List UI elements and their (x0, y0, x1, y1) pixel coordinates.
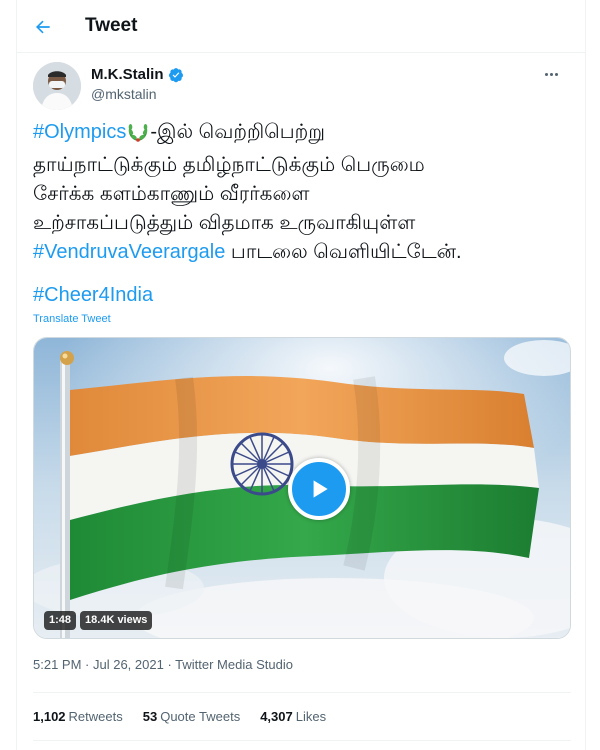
retweets-stat[interactable]: 1,102 Retweets (33, 709, 123, 724)
avatar[interactable] (33, 62, 81, 110)
quote-tweets-stat[interactable]: 53 Quote Tweets (143, 709, 240, 724)
tweet-page: Tweet M.K.Stalin @mkstalin #Olympics -இல… (16, 0, 586, 750)
more-horizontal-icon (544, 72, 548, 76)
tweet-time[interactable]: 5:21 PM (33, 657, 81, 672)
divider (33, 692, 571, 693)
video-views-badge: 18.4K views (80, 611, 153, 630)
tweet-author: M.K.Stalin @mkstalin (33, 62, 563, 110)
more-options-button[interactable] (539, 64, 563, 84)
hashtag-vendruvaveerargale[interactable]: #VendruvaVeerargale (33, 241, 225, 263)
tweet-text-line-3: சேர்க்க களம்காணும் வீரர்களை (33, 183, 310, 205)
engagement-stats: 1,102 Retweets 53 Quote Tweets 4,307 Likes (33, 709, 326, 724)
verified-badge-icon (168, 67, 183, 82)
play-icon (313, 480, 328, 498)
page-title: Tweet (85, 15, 138, 36)
tweet-text-line-4: உற்சாகப்படுத்தும் விதமாக உருவாகியுள்ள (33, 212, 416, 234)
divider (33, 740, 571, 741)
tweet-text-line-2: தாய்நாட்டுக்கும் தமிழ்நாட்டுக்கும் பெரும… (33, 154, 425, 176)
tweet-date[interactable]: Jul 26, 2021 (93, 657, 164, 672)
hashtag-cheer4india[interactable]: #Cheer4India (33, 284, 153, 306)
author-display-name[interactable]: M.K.Stalin (91, 66, 164, 83)
tweet-metadata: 5:21 PM · Jul 26, 2021 · Twitter Media S… (33, 657, 293, 672)
tweet-text-line-5: பாடலை வெளியிட்டேன். (225, 241, 462, 263)
hashtag-olympics[interactable]: #Olympics (33, 121, 126, 143)
video-duration-badge: 1:48 (44, 611, 77, 630)
arrow-left-icon (36, 20, 50, 34)
tweet-source[interactable]: Twitter Media Studio (175, 657, 293, 672)
back-button[interactable] (27, 11, 59, 43)
likes-stat[interactable]: 4,307 Likes (260, 709, 326, 724)
translate-tweet-link[interactable]: Translate Tweet (33, 313, 111, 325)
author-handle[interactable]: @mkstalin (91, 86, 184, 102)
tweet-text-line-1: -இல் வெற்றிபெற்று (150, 121, 325, 143)
tweet-text: #Olympics -இல் வெற்றிபெற்று தாய்நாட்டுக்… (33, 118, 573, 267)
video-player[interactable]: 1:48 18.4K views (33, 337, 571, 639)
play-button[interactable] (288, 458, 350, 520)
top-bar: Tweet (17, 0, 585, 53)
laurel-wreath-icon (127, 120, 149, 151)
